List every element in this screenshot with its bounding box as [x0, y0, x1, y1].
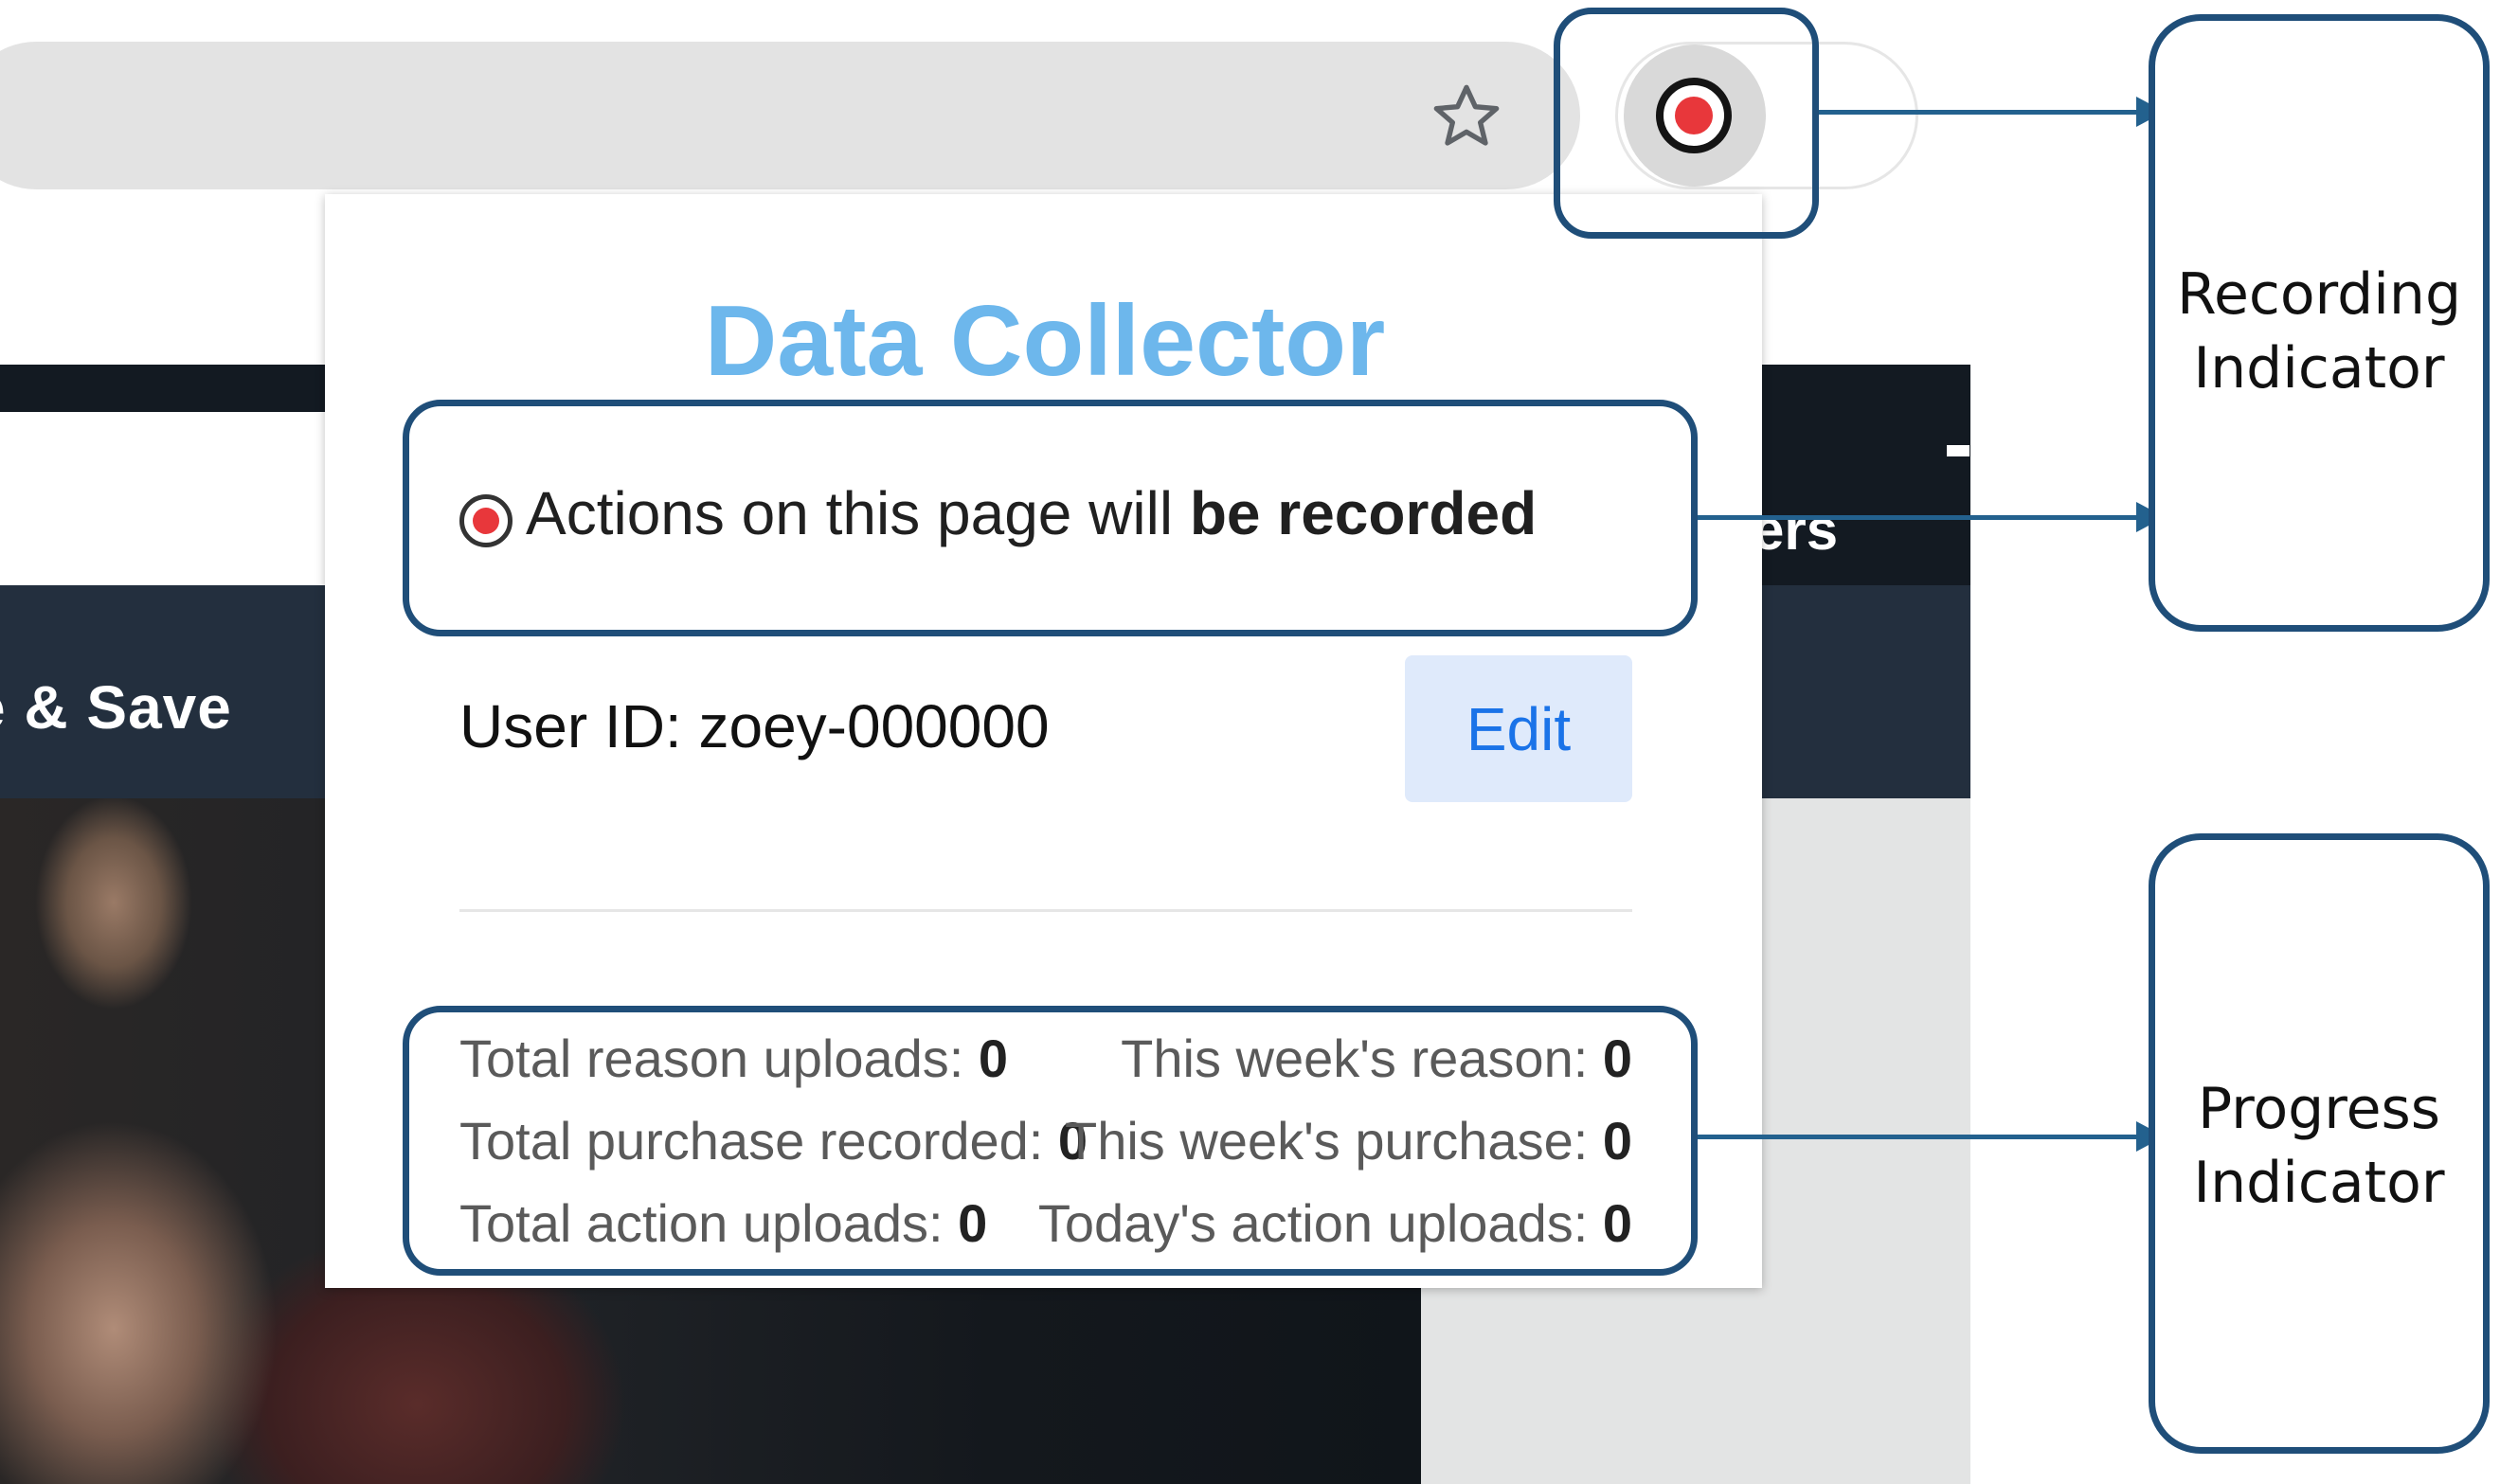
progress-indicator-callout: Progress Indicator	[2149, 833, 2490, 1454]
divider	[459, 909, 1632, 912]
highlight-recording-status	[403, 400, 1698, 636]
connector-line	[1819, 110, 2141, 115]
address-bar[interactable]	[0, 42, 1580, 189]
edit-button[interactable]: Edit	[1405, 655, 1632, 802]
site-header-mark	[1947, 445, 1969, 456]
callout-label: Progress	[2197, 1076, 2441, 1142]
user-id-label: User ID: zoey-000000	[459, 692, 1050, 760]
connector-line	[1698, 515, 2141, 520]
callout-label: Recording	[2176, 261, 2462, 328]
star-icon[interactable]	[1429, 80, 1504, 155]
popup-title: Data Collector	[704, 285, 1386, 397]
callout-label: Indicator	[2193, 1150, 2445, 1216]
highlight-extension-button	[1554, 8, 1819, 239]
connector-line	[1698, 1135, 2141, 1139]
site-header-partial-text: ers	[1753, 498, 1839, 562]
recording-indicator-callout: Recording Indicator	[2149, 14, 2490, 632]
callout-label: Indicator	[2193, 335, 2445, 402]
highlight-progress-stats	[403, 1006, 1698, 1276]
site-nav-item[interactable]: e & Save	[0, 672, 232, 742]
